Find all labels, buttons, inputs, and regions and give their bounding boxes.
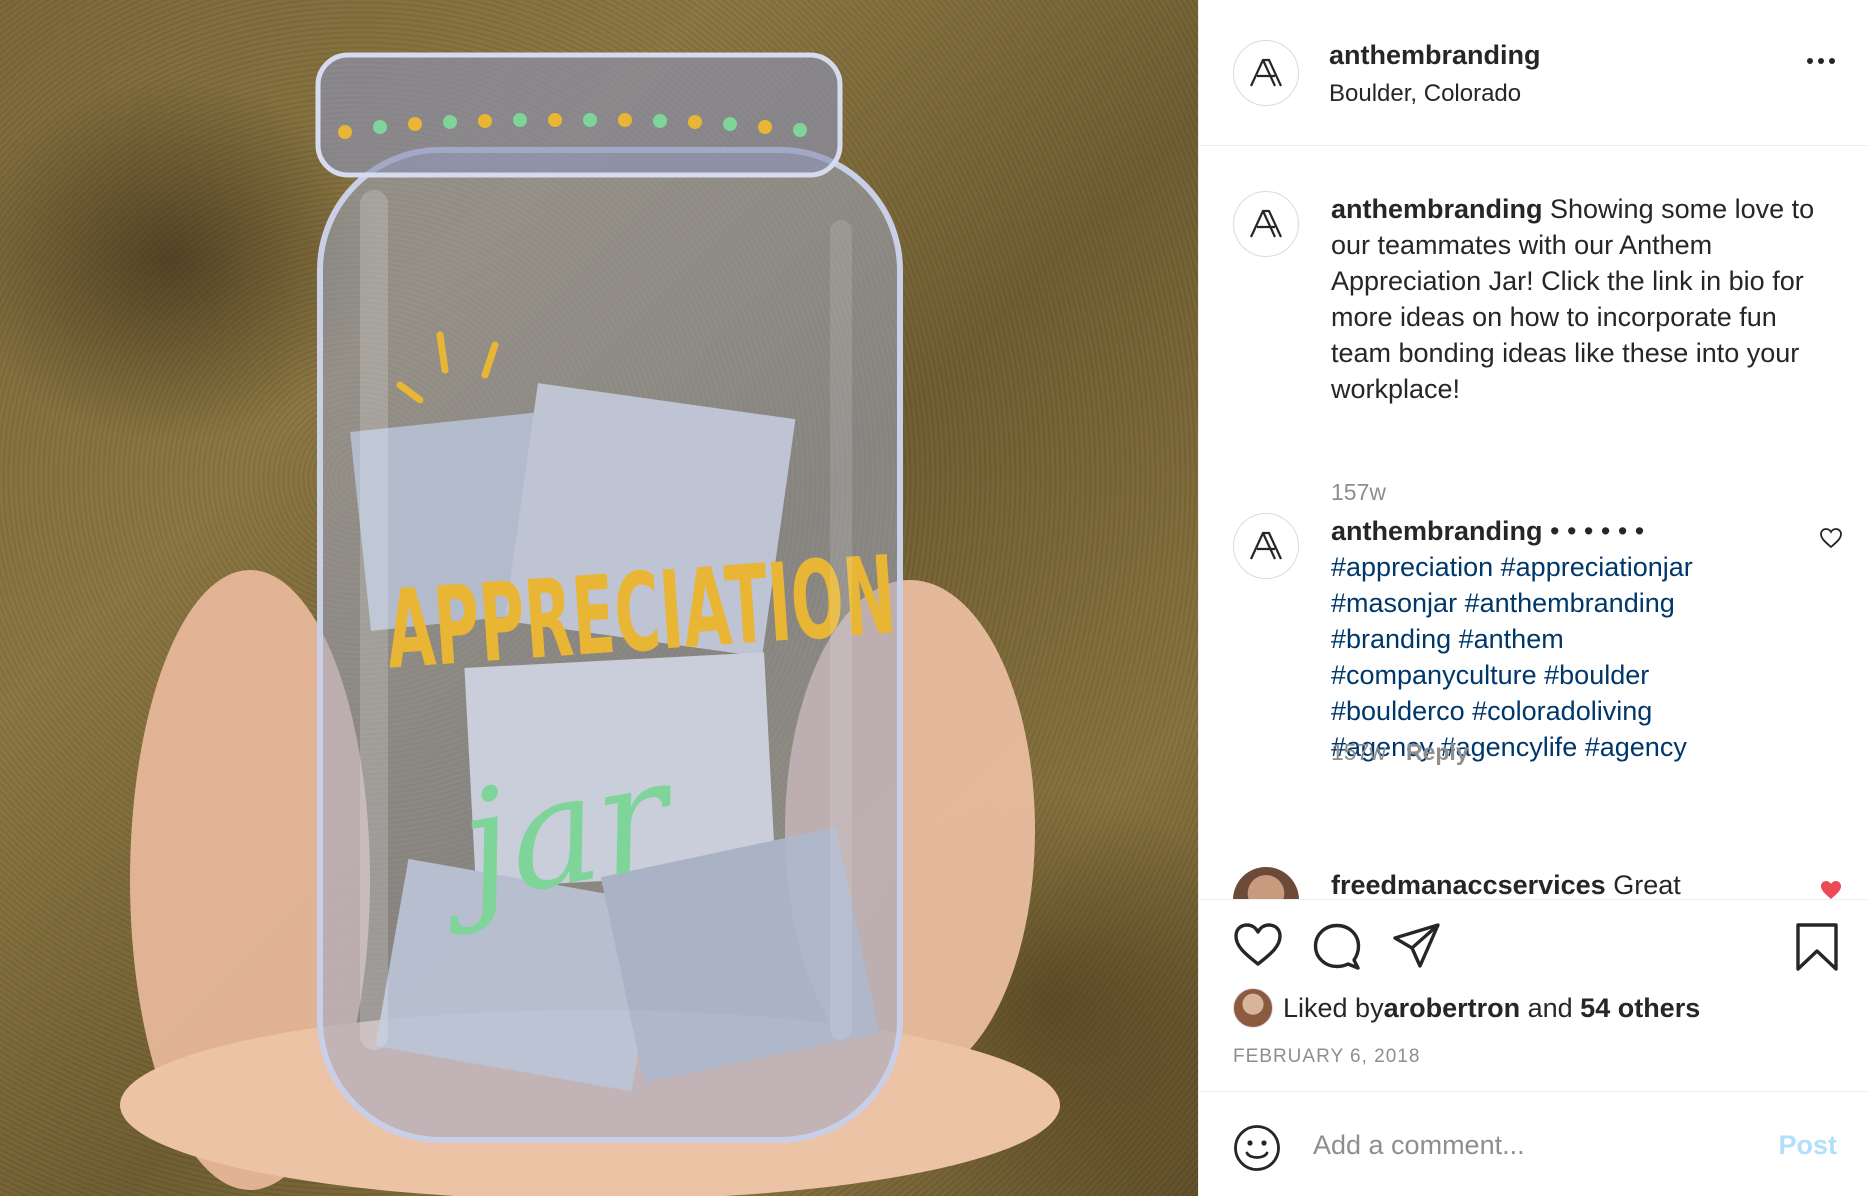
hashtag[interactable]: #anthem	[1459, 624, 1564, 654]
anthem-logo-icon	[1250, 209, 1282, 238]
hashtag[interactable]: #appreciationjar	[1501, 552, 1693, 582]
likes-conjunction: and	[1520, 992, 1581, 1023]
caption-username[interactable]: anthembranding	[1331, 194, 1543, 224]
post-panel: anthembranding Boulder, Colorado anthemb…	[1198, 0, 1868, 1196]
caption-meta: 157w	[1331, 479, 1386, 506]
hashtag[interactable]: #branding	[1331, 624, 1451, 654]
hashtag[interactable]: #appreciation	[1331, 552, 1493, 582]
post-location[interactable]: Boulder, Colorado	[1329, 80, 1521, 108]
liker-username[interactable]: arobertron	[1384, 993, 1521, 1024]
comment-avatar[interactable]	[1233, 513, 1299, 579]
small-heart-icon[interactable]	[1819, 879, 1843, 899]
jar-neck	[315, 52, 843, 178]
hashtag-comment: anthembranding • • • • • • #appreciation…	[1233, 513, 1843, 813]
anthem-logo-icon	[1250, 531, 1282, 560]
comment-dots: • • • • • •	[1542, 516, 1645, 546]
hashtag[interactable]: #masonjar	[1331, 588, 1457, 618]
partial-comment-text: Great	[1605, 870, 1681, 899]
liker-avatar[interactable]	[1233, 988, 1273, 1028]
emoji-icon[interactable]	[1233, 1124, 1281, 1177]
anthem-logo-icon	[1250, 58, 1282, 87]
share-icon[interactable]	[1392, 922, 1442, 975]
partial-comment-username[interactable]: freedmanaccservices	[1331, 870, 1606, 899]
caption-time[interactable]: 157w	[1331, 479, 1386, 505]
reply-button[interactable]: Reply	[1406, 739, 1469, 765]
post-button[interactable]: Post	[1778, 1130, 1837, 1161]
more-icon[interactable]	[1807, 58, 1835, 64]
post-photo[interactable]: APPRECIATION jar	[0, 0, 1198, 1196]
comment-icon[interactable]	[1312, 922, 1362, 975]
hashtag[interactable]: #agency	[1585, 732, 1687, 762]
header-username[interactable]: anthembranding	[1329, 40, 1541, 71]
hashtag[interactable]: #coloradoliving	[1472, 696, 1652, 726]
comment-input[interactable]	[1313, 1122, 1733, 1168]
comment-meta: 157w Reply	[1331, 739, 1469, 766]
post-date[interactable]: FEBRUARY 6, 2018	[1233, 1046, 1420, 1068]
partial-comment-body: freedmanaccservices Great	[1331, 867, 1821, 899]
likes-others[interactable]: 54 others	[1580, 993, 1700, 1024]
caption: anthembranding Showing some love to our …	[1233, 191, 1843, 505]
hashtag[interactable]: #anthembranding	[1465, 588, 1675, 618]
likes-summary[interactable]: Liked by arobertron and 54 others	[1233, 988, 1700, 1028]
hashtag[interactable]: #companyculture	[1331, 660, 1537, 690]
caption-text: Showing some love to our teammates with …	[1331, 194, 1815, 404]
hashtag[interactable]: #boulder	[1544, 660, 1649, 690]
comment-username[interactable]: anthembranding	[1331, 516, 1543, 546]
hashtag[interactable]: #boulderco	[1331, 696, 1465, 726]
comment-time[interactable]: 157w	[1331, 739, 1386, 765]
comment-body: anthembranding • • • • • • #appreciation…	[1331, 513, 1821, 765]
post-actions: Liked by arobertron and 54 others FEBRUA…	[1199, 899, 1868, 1091]
caption-body: anthembranding Showing some love to our …	[1331, 191, 1821, 407]
add-comment-bar: Post	[1199, 1091, 1868, 1196]
comments-list[interactable]: anthembranding Showing some love to our …	[1199, 147, 1868, 899]
likes-prefix: Liked by	[1283, 992, 1384, 1023]
bookmark-icon[interactable]	[1795, 922, 1839, 977]
commenter-avatar[interactable]	[1233, 867, 1299, 899]
jar-illustration: APPRECIATION jar	[120, 52, 1060, 1196]
post-header: anthembranding Boulder, Colorado	[1199, 0, 1868, 146]
profile-avatar[interactable]	[1233, 40, 1299, 106]
caption-avatar[interactable]	[1233, 191, 1299, 257]
partial-comment: freedmanaccservices Great	[1233, 867, 1843, 899]
small-heart-icon[interactable]	[1819, 527, 1843, 554]
heart-icon[interactable]	[1233, 922, 1283, 973]
